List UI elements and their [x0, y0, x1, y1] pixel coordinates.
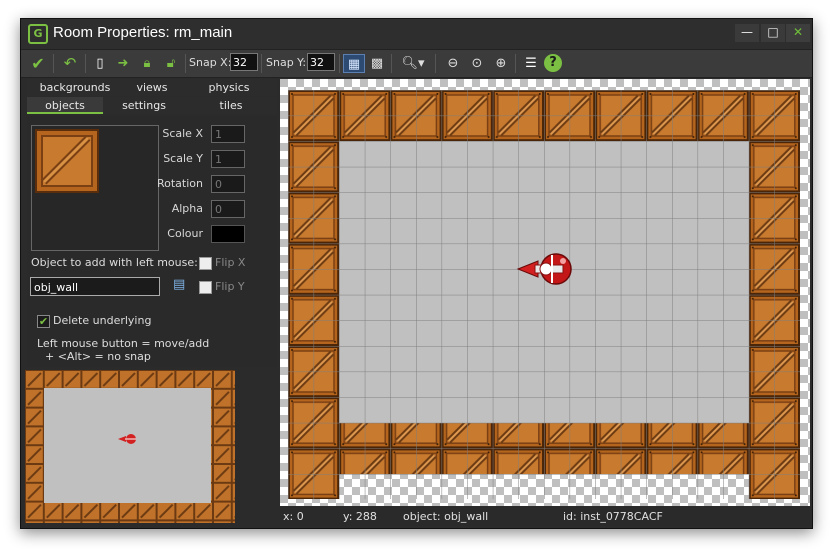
flip-x-label: Flip X [215, 256, 246, 269]
alpha-input[interactable]: 0 [211, 200, 245, 218]
ok-check-icon[interactable]: ✔ [27, 54, 49, 73]
zoom-reset-icon[interactable]: ⊙ [467, 54, 487, 73]
flip-x-checkbox[interactable] [199, 257, 212, 270]
inspect-magnifier-icon[interactable]: 🔍︎▾ [399, 54, 427, 73]
colour-label: Colour [167, 227, 203, 240]
scale-y-input[interactable]: 1 [211, 150, 245, 168]
room-properties-window: G Room Properties: rm_main — □ ✕ ✔ ↶ ▯ ➜… [20, 18, 813, 529]
scale-y-label: Scale Y [163, 152, 203, 165]
rotation-label: Rotation [156, 177, 203, 190]
flip-y-checkbox[interactable] [199, 281, 212, 294]
gamemaker-logo-icon: G [28, 24, 48, 44]
snap-y-input[interactable]: 32 [307, 53, 335, 71]
snap-x-input[interactable]: 32 [230, 53, 258, 71]
colour-swatch[interactable] [211, 225, 245, 243]
tab-views[interactable]: views [123, 79, 181, 96]
window-title: Room Properties: rm_main [53, 24, 233, 41]
snap-grid [288, 90, 800, 499]
room-area [288, 90, 800, 499]
tab-tiles[interactable]: tiles [185, 97, 277, 114]
flip-y-label: Flip Y [215, 280, 245, 293]
room-minimap[interactable] [21, 368, 277, 523]
unlock-icon[interactable]: 🔓︎ [161, 54, 181, 73]
room-canvas-svg [280, 79, 810, 506]
snap-y-label: Snap Y: [266, 56, 307, 69]
snap-x-label: Snap X: [189, 56, 232, 69]
scale-x-label: Scale X [162, 127, 203, 140]
status-instance-id: id: inst_0778CACF [563, 510, 663, 523]
status-object: object: obj_wall [403, 510, 489, 523]
object-name-field[interactable]: obj_wall [30, 277, 160, 296]
tab-physics[interactable]: physics [181, 79, 277, 96]
help-icon[interactable]: ? [544, 54, 562, 72]
zoom-out-icon[interactable]: ⊖ [443, 54, 463, 73]
status-bar: x: 0 y: 288 object: obj_wall id: inst_07… [280, 507, 810, 526]
objects-panel: Scale X 1 Scale Y 1 Rotation 0 Alpha 0 C… [27, 116, 277, 367]
title-bar: G Room Properties: rm_main — □ ✕ [21, 19, 812, 49]
help-line-2: + <Alt> = no snap [45, 350, 151, 363]
tab-settings[interactable]: settings [103, 97, 185, 114]
zoom-in-icon[interactable]: ⊕ [491, 54, 511, 73]
minimize-button[interactable]: — [735, 24, 759, 42]
tab-objects[interactable]: objects [27, 97, 103, 114]
lock-icon[interactable]: 🔒︎ [137, 54, 157, 73]
maximize-button[interactable]: □ [761, 24, 785, 42]
delete-underlying-label: Delete underlying [53, 314, 152, 327]
alpha-label: Alpha [171, 202, 203, 215]
status-x: x: 0 [283, 510, 304, 523]
isometric-grid-icon[interactable]: ▩ [367, 54, 387, 73]
shift-right-icon[interactable]: ➜ [113, 54, 133, 73]
room-editor-canvas[interactable] [280, 79, 810, 506]
undo-icon[interactable]: ↶ [59, 54, 81, 73]
new-document-icon[interactable]: ▯ [91, 54, 109, 73]
object-browse-icon[interactable]: ▤ [173, 278, 187, 292]
rotation-input[interactable]: 0 [211, 175, 245, 193]
delete-underlying-checkbox[interactable]: ✔ [37, 315, 50, 328]
tab-strip: backgrounds views physics objects settin… [27, 79, 277, 115]
minimap-canvas [25, 370, 235, 523]
status-y: y: 288 [343, 510, 377, 523]
close-button[interactable]: ✕ [786, 24, 810, 42]
list-icon[interactable]: ☰ [521, 54, 541, 73]
scale-x-input[interactable]: 1 [211, 125, 245, 143]
add-object-label: Object to add with left mouse: [31, 256, 198, 269]
help-line-1: Left mouse button = move/add [37, 337, 210, 350]
tab-backgrounds[interactable]: backgrounds [27, 79, 123, 96]
grid-toggle-icon[interactable]: ▦ [343, 54, 365, 73]
toolbar: ✔ ↶ ▯ ➜ 🔒︎ 🔓︎ Snap X: 32 Snap Y: 32 ▦ ▩ … [21, 49, 812, 78]
